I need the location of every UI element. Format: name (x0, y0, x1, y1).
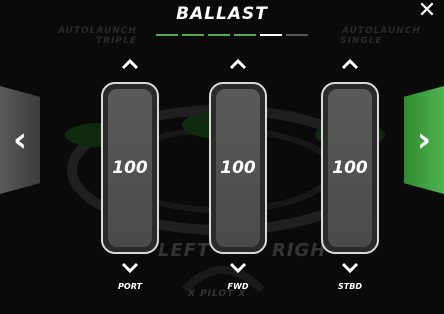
fwd-tank-gauge[interactable]: 100 (209, 82, 267, 254)
ballast-screen: AUTOLAUNCH TRIPLE AUTOLAUNCH SINGLE LEFT… (0, 0, 444, 314)
previous-page-button[interactable]: ‹ (0, 86, 40, 194)
fwd-tank-label: FWD (227, 282, 249, 291)
fwd-tank-fill: 100 (216, 89, 260, 247)
page-dot (156, 34, 178, 36)
page-dot (182, 34, 204, 36)
stbd-increase-button[interactable] (318, 50, 382, 78)
fwd-increase-button[interactable] (206, 50, 270, 78)
chevron-up-icon (229, 58, 247, 70)
port-decrease-button[interactable] (98, 254, 162, 282)
port-increase-button[interactable] (98, 50, 162, 78)
page-dot (286, 34, 308, 36)
stbd-tank-gauge[interactable]: 100 (321, 82, 379, 254)
chevron-up-icon (121, 58, 139, 70)
close-button[interactable]: ✕ (416, 0, 438, 22)
port-tank-label: PORT (118, 282, 142, 291)
close-icon: ✕ (417, 0, 437, 23)
page-dot (234, 34, 256, 36)
chevron-down-icon (341, 262, 359, 274)
port-tank-fill: 100 (108, 89, 152, 247)
bg-autolaunch-right-line2: SINGLE (340, 36, 383, 46)
next-page-button[interactable]: › (404, 86, 444, 194)
tank-column-stbd: 100 STBD (318, 50, 382, 291)
page-title: BALLAST (176, 4, 268, 24)
tank-column-fwd: 100 FWD (206, 50, 270, 291)
stbd-decrease-button[interactable] (318, 254, 382, 282)
stbd-tank-fill: 100 (328, 89, 372, 247)
bg-autolaunch-left-line2: TRIPLE (96, 36, 137, 46)
fwd-tank-value: 100 (220, 158, 256, 178)
port-tank-gauge[interactable]: 100 (101, 82, 159, 254)
stbd-tank-label: STBD (338, 282, 362, 291)
chevron-down-icon (121, 262, 139, 274)
page-dot (208, 34, 230, 36)
port-tank-value: 100 (112, 158, 148, 178)
bg-autolaunch-left-line1: AUTOLAUNCH (58, 26, 137, 36)
fwd-decrease-button[interactable] (206, 254, 270, 282)
page-dot (260, 34, 282, 36)
tank-column-port: 100 PORT (98, 50, 162, 291)
stbd-tank-value: 100 (332, 158, 368, 178)
chevron-up-icon (341, 58, 359, 70)
chevron-right-icon: › (416, 120, 431, 160)
page-indicator (156, 34, 308, 36)
bg-left-word: LEFT (158, 240, 211, 261)
chevron-down-icon (229, 262, 247, 274)
chevron-left-icon: ‹ (12, 120, 27, 160)
bg-autolaunch-right-line1: AUTOLAUNCH (342, 26, 421, 36)
